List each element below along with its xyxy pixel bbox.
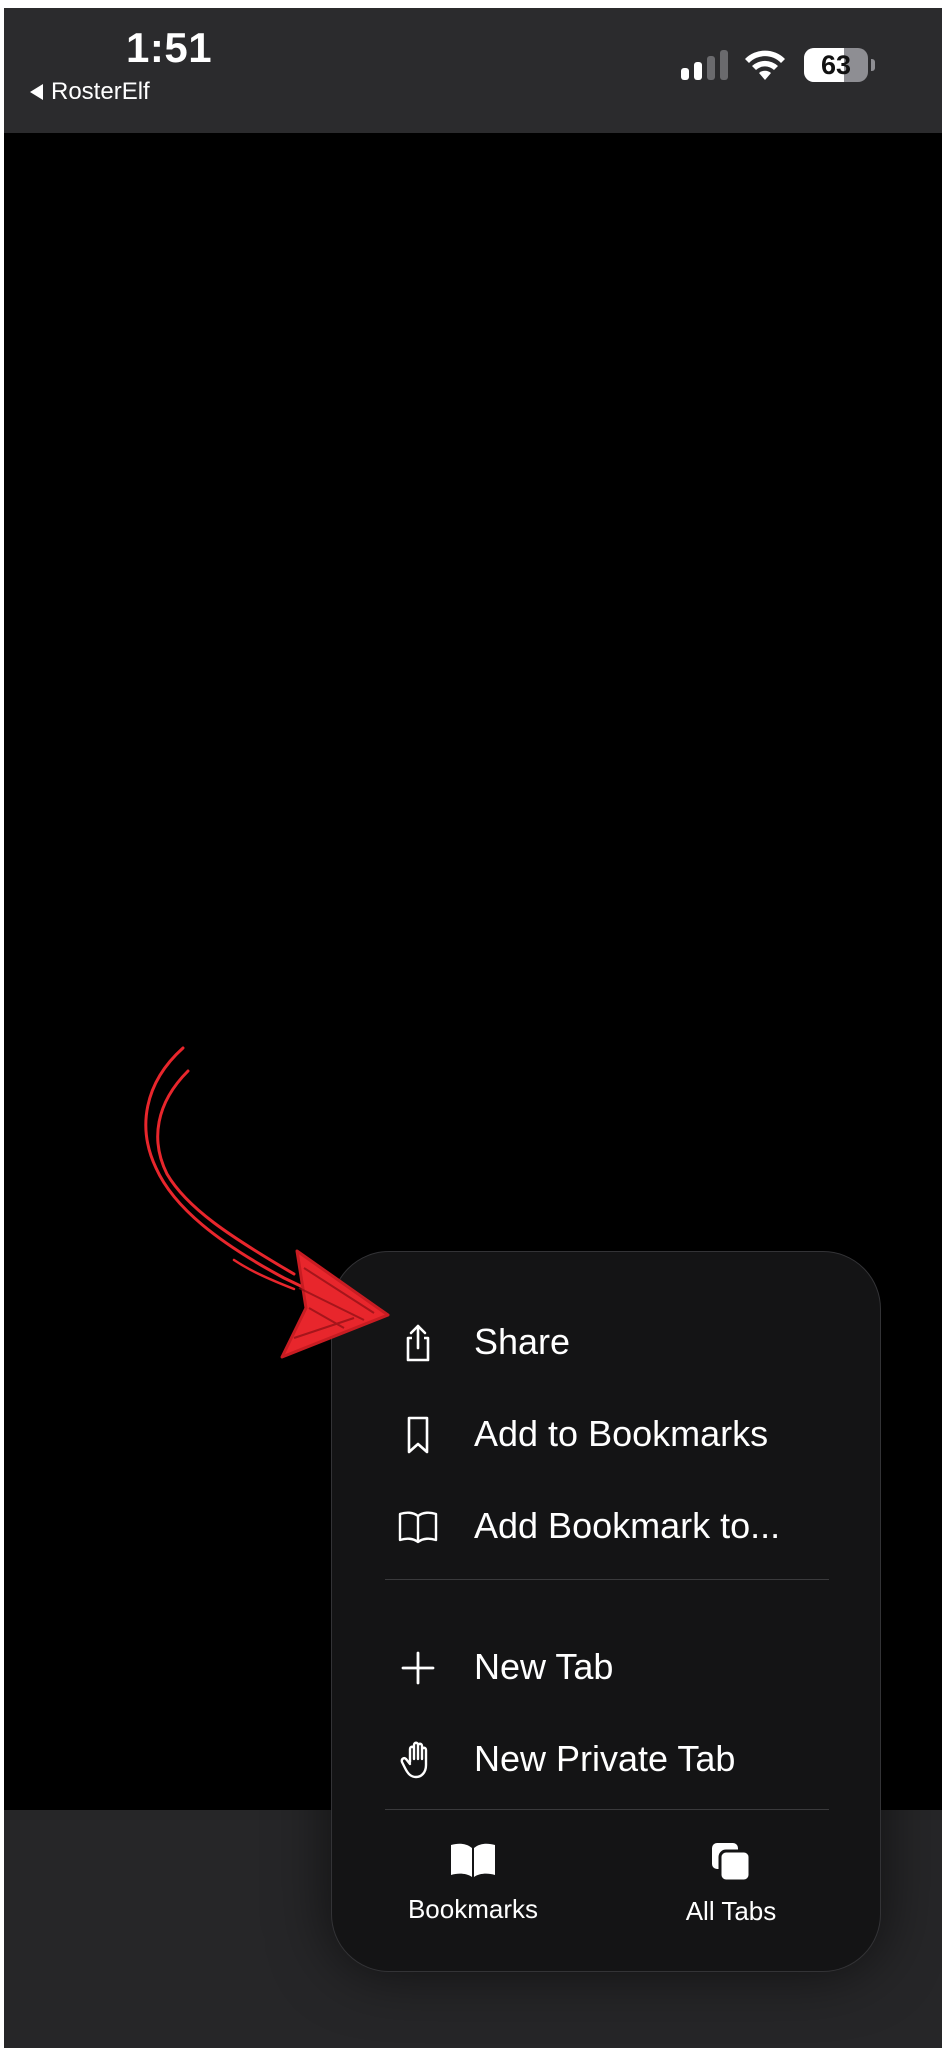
annotation-arrow-icon <box>144 1046 390 1359</box>
screen: 1:51 RosterElf 63 Share Add to Bookmarks… <box>4 8 942 2048</box>
